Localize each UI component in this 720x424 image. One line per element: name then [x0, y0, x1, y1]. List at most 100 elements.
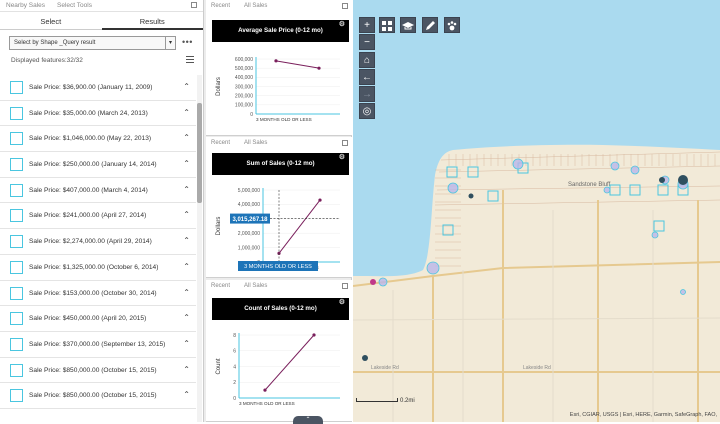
results-scrollbar[interactable] — [197, 75, 202, 422]
back-button[interactable]: ← — [359, 69, 375, 85]
chevron-up-icon[interactable]: ⌃ — [183, 390, 190, 399]
y-tick-label: 500,000 — [235, 66, 253, 72]
gear-icon[interactable]: ⚙ — [339, 299, 345, 307]
y-tick-label: 5,000,000 — [238, 188, 260, 194]
result-row[interactable]: Sale Price: $241,000.00 (April 27, 2014)… — [0, 203, 196, 230]
layer-list-button[interactable] — [400, 17, 416, 33]
result-row[interactable]: Sale Price: $850,000.00 (October 15, 201… — [0, 358, 196, 384]
result-row[interactable]: Sale Price: $2,274,000.00 (April 29, 201… — [0, 229, 196, 255]
series-line — [264, 334, 315, 391]
sale-marker-selected — [659, 177, 665, 183]
gear-icon[interactable]: ⚙ — [339, 154, 345, 162]
result-row[interactable]: Sale Price: $370,000.00 (September 13, 2… — [0, 332, 196, 358]
forward-button[interactable]: → — [359, 86, 375, 102]
tooltip-x: 3 MONTHS OLD OR LESS — [244, 264, 312, 270]
list-options-icon[interactable] — [186, 56, 194, 64]
chevron-up-icon[interactable]: ⌃ — [183, 365, 190, 374]
tab-all-sales[interactable]: All Sales — [244, 140, 267, 146]
chart-title: Count of Sales (0-12 mo) ⚙ — [212, 298, 349, 320]
tab-select[interactable]: Select — [0, 14, 102, 30]
place-label: Sandstone Bluff — [568, 182, 611, 188]
result-row[interactable]: Sale Price: $35,000.00 (March 24, 2013) ⌃ — [0, 101, 196, 127]
result-text: Sale Price: $250,000.00 (January 14, 201… — [29, 161, 157, 169]
zoom-in-button[interactable]: + — [359, 17, 375, 33]
tab-all-sales[interactable]: All Sales — [244, 283, 267, 289]
tab-nearby-sales[interactable]: Nearby Sales — [6, 2, 45, 9]
maximize-icon[interactable] — [342, 283, 348, 289]
tab-results[interactable]: Results — [101, 14, 203, 30]
chart-title-text: Sum of Sales (0-12 mo) — [246, 160, 315, 167]
panel-toggle-handle[interactable]: ⌃ — [293, 416, 323, 424]
analysis-button[interactable] — [444, 17, 460, 33]
result-text: Sale Price: $2,274,000.00 (April 29, 201… — [29, 238, 152, 246]
sale-marker — [651, 231, 659, 239]
scrollbar-thumb[interactable] — [197, 103, 202, 203]
chevron-up-icon[interactable]: ⌃ — [183, 133, 190, 142]
panel-header: Nearby Sales Select Tools — [0, 0, 203, 12]
parcel-marker — [609, 184, 621, 196]
home-button[interactable]: ⌂ — [359, 52, 375, 68]
result-row[interactable]: Sale Price: $250,000.00 (January 14, 201… — [0, 152, 196, 178]
chevron-up-icon[interactable]: ⌃ — [183, 185, 190, 194]
chevron-up-icon[interactable]: ⌃ — [183, 159, 190, 168]
chevron-up-icon[interactable]: ⌃ — [183, 313, 190, 322]
result-row[interactable]: Sale Price: $850,000.00 (October 15, 201… — [0, 383, 196, 409]
parcel-marker — [467, 166, 479, 178]
chevron-up-icon[interactable]: ⌃ — [183, 288, 190, 297]
chevron-up-icon[interactable]: ⌃ — [183, 236, 190, 245]
basemap[interactable]: Sandstone Bluff Lakeside Rd Lakeside Rd — [353, 0, 720, 422]
parcel-marker — [657, 184, 669, 196]
scale-label: 0.2mi — [400, 398, 415, 404]
parcel-marker — [629, 184, 641, 196]
result-row[interactable]: Sale Price: $407,000.00 (March 4, 2014) ⌃ — [0, 178, 196, 204]
maximize-icon[interactable] — [342, 140, 348, 146]
data-point — [274, 59, 278, 63]
map-view[interactable]: Sandstone Bluff Lakeside Rd Lakeside Rd — [353, 0, 720, 422]
result-row[interactable]: Sale Price: $36,900.00 (January 11, 2009… — [0, 75, 196, 101]
y-tick-label: 2,000,000 — [238, 231, 260, 237]
more-options-icon[interactable]: ••• — [182, 37, 193, 47]
y-tick-label: 1,000,000 — [238, 245, 260, 251]
result-text: Sale Price: $153,000.00 (October 30, 201… — [29, 289, 157, 297]
result-symbol-icon — [10, 158, 23, 172]
chevron-up-icon[interactable]: ⌃ — [183, 108, 190, 117]
sum-of-sales-chart: 5,000,0004,000,0003,000,0002,000,0001,00… — [216, 188, 340, 271]
chevron-down-icon[interactable]: ▾ — [165, 37, 175, 49]
result-row[interactable]: Sale Price: $1,325,000.00 (October 6, 20… — [0, 255, 196, 281]
x-tick-label: 3 MONTHS OLD OR LESS — [256, 117, 312, 122]
paw-icon — [447, 21, 457, 31]
tab-recent[interactable]: Recent — [211, 283, 230, 289]
result-text: Sale Price: $36,900.00 (January 11, 2009… — [29, 84, 153, 91]
sale-marker-highlight — [370, 279, 376, 285]
selection-dropdown[interactable]: Select by Shape _Query result ▾ — [9, 36, 176, 50]
result-symbol-icon — [10, 81, 23, 94]
chevron-up-icon[interactable]: ⌃ — [183, 210, 190, 219]
road-label: Lakeside Rd — [523, 365, 551, 371]
data-point — [318, 198, 322, 202]
draw-button[interactable] — [422, 17, 438, 33]
chevron-up-icon[interactable]: ⌃ — [183, 262, 190, 271]
result-row[interactable]: Sale Price: $1,046,000.00 (May 22, 2013)… — [0, 126, 196, 153]
basemap-gallery-button[interactable] — [379, 17, 395, 33]
maximize-icon[interactable] — [342, 3, 348, 9]
y-tick-label: 4 — [233, 364, 236, 370]
tab-all-sales[interactable]: All Sales — [244, 3, 267, 9]
sale-marker — [426, 261, 440, 275]
tab-recent[interactable]: Recent — [211, 140, 230, 146]
result-row[interactable]: Sale Price: $450,000.00 (April 20, 2015)… — [0, 306, 196, 332]
chevron-up-icon[interactable]: ⌃ — [183, 339, 190, 348]
sale-marker — [512, 158, 524, 170]
locate-button[interactable]: ◎ — [359, 103, 375, 119]
tab-recent[interactable]: Recent — [211, 3, 230, 9]
scale-bar — [356, 398, 398, 402]
zoom-out-button[interactable]: − — [359, 34, 375, 50]
tab-select-tools[interactable]: Select Tools — [57, 2, 92, 9]
chevron-up-icon[interactable]: ⌃ — [183, 82, 190, 91]
result-symbol-icon — [10, 235, 23, 249]
result-row[interactable]: Sale Price: $153,000.00 (October 30, 201… — [0, 281, 196, 307]
charts-panel: Recent All Sales Average Sale Price (0-1… — [204, 0, 352, 422]
maximize-icon[interactable] — [191, 2, 197, 8]
gear-icon[interactable]: ⚙ — [339, 21, 345, 29]
result-symbol-icon — [10, 337, 23, 351]
y-tick-label: 4,000,000 — [238, 202, 260, 208]
